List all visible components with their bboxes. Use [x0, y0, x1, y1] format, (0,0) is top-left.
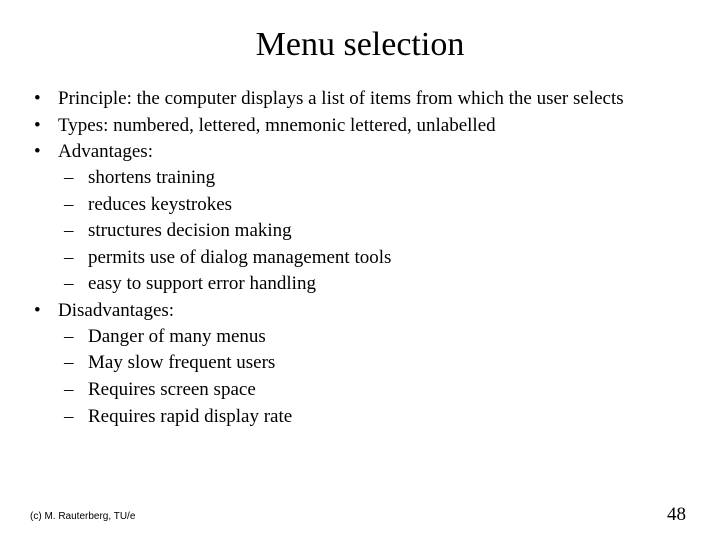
sub-text: easy to support error handling [88, 273, 316, 294]
bullet-list: Principle: the computer displays a list … [28, 86, 692, 429]
advantages-sublist: shortens training reduces keystrokes str… [58, 165, 692, 297]
sub-item: shortens training [58, 165, 692, 191]
bullet-text: Disadvantages: [58, 300, 174, 321]
bullet-types: Types: numbered, lettered, mnemonic lett… [28, 113, 692, 139]
bullet-disadvantages: Disadvantages: Danger of many menus May … [28, 298, 692, 429]
footer-copyright: (c) M. Rauterberg, TU/e [30, 511, 135, 522]
sub-text: reduces keystrokes [88, 194, 232, 215]
sub-item: Requires screen space [58, 377, 692, 403]
bullet-text: Advantages: [58, 141, 153, 162]
bullet-text: Principle: the computer displays a list … [58, 88, 624, 109]
sub-text: Requires screen space [88, 379, 256, 400]
bullet-text: Types: numbered, lettered, mnemonic lett… [58, 115, 496, 136]
disadvantages-sublist: Danger of many menus May slow frequent u… [58, 324, 692, 430]
sub-text: structures decision making [88, 220, 292, 241]
sub-item: Requires rapid display rate [58, 404, 692, 430]
sub-item: Danger of many menus [58, 324, 692, 350]
sub-text: Requires rapid display rate [88, 406, 292, 427]
sub-text: shortens training [88, 167, 215, 188]
sub-item: structures decision making [58, 218, 692, 244]
bullet-principle: Principle: the computer displays a list … [28, 86, 692, 112]
sub-item: May slow frequent users [58, 350, 692, 376]
sub-item: reduces keystrokes [58, 192, 692, 218]
slide: Menu selection Principle: the computer d… [0, 0, 720, 540]
sub-text: May slow frequent users [88, 352, 275, 373]
page-number: 48 [667, 504, 686, 526]
sub-text: Danger of many menus [88, 326, 266, 347]
bullet-advantages: Advantages: shortens training reduces ke… [28, 139, 692, 297]
sub-text: permits use of dialog management tools [88, 247, 391, 268]
sub-item: easy to support error handling [58, 271, 692, 297]
sub-item: permits use of dialog management tools [58, 245, 692, 271]
slide-title: Menu selection [28, 26, 692, 64]
